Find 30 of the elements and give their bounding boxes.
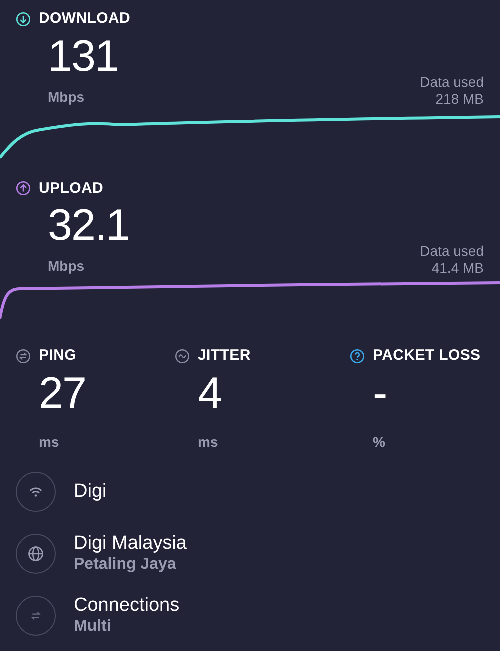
info-subtitle: Multi xyxy=(74,616,112,636)
info-title: Digi xyxy=(74,480,107,502)
metric-value: - xyxy=(372,372,388,416)
download-icon xyxy=(16,12,31,27)
data-used-value: 41.4 MB xyxy=(432,260,484,277)
help-icon xyxy=(350,348,365,364)
metric-value: 4 xyxy=(197,372,222,416)
speed-unit: Mbps xyxy=(48,257,86,276)
data-used-label: Data used xyxy=(420,74,484,90)
data-used-value: 218 MB xyxy=(436,90,484,108)
download-label: DOWNLOAD xyxy=(39,9,131,29)
upload-label: UPLOAD xyxy=(39,178,104,198)
info-title: Connections xyxy=(74,594,180,616)
upload-icon xyxy=(16,181,31,196)
speed-value: 32.1 xyxy=(48,204,130,248)
ping-icon xyxy=(16,348,31,364)
metric-unit: % xyxy=(372,432,386,452)
metric-label: PING xyxy=(39,346,76,366)
info-title: Digi Malaysia xyxy=(74,532,187,554)
metric-unit: ms xyxy=(38,432,60,452)
metric-value: 27 xyxy=(38,372,87,416)
metric-label: JITTER xyxy=(198,346,251,366)
metric-label: PACKET LOSS xyxy=(373,346,481,366)
speed-value: 131 xyxy=(48,34,118,78)
jitter-icon xyxy=(175,348,190,364)
info-subtitle: Petaling Jaya xyxy=(74,554,178,574)
globe-icon xyxy=(27,544,45,562)
metric-unit: ms xyxy=(197,432,220,452)
speed-unit: Mbps xyxy=(48,88,86,107)
data-used-label: Data used xyxy=(420,243,484,260)
